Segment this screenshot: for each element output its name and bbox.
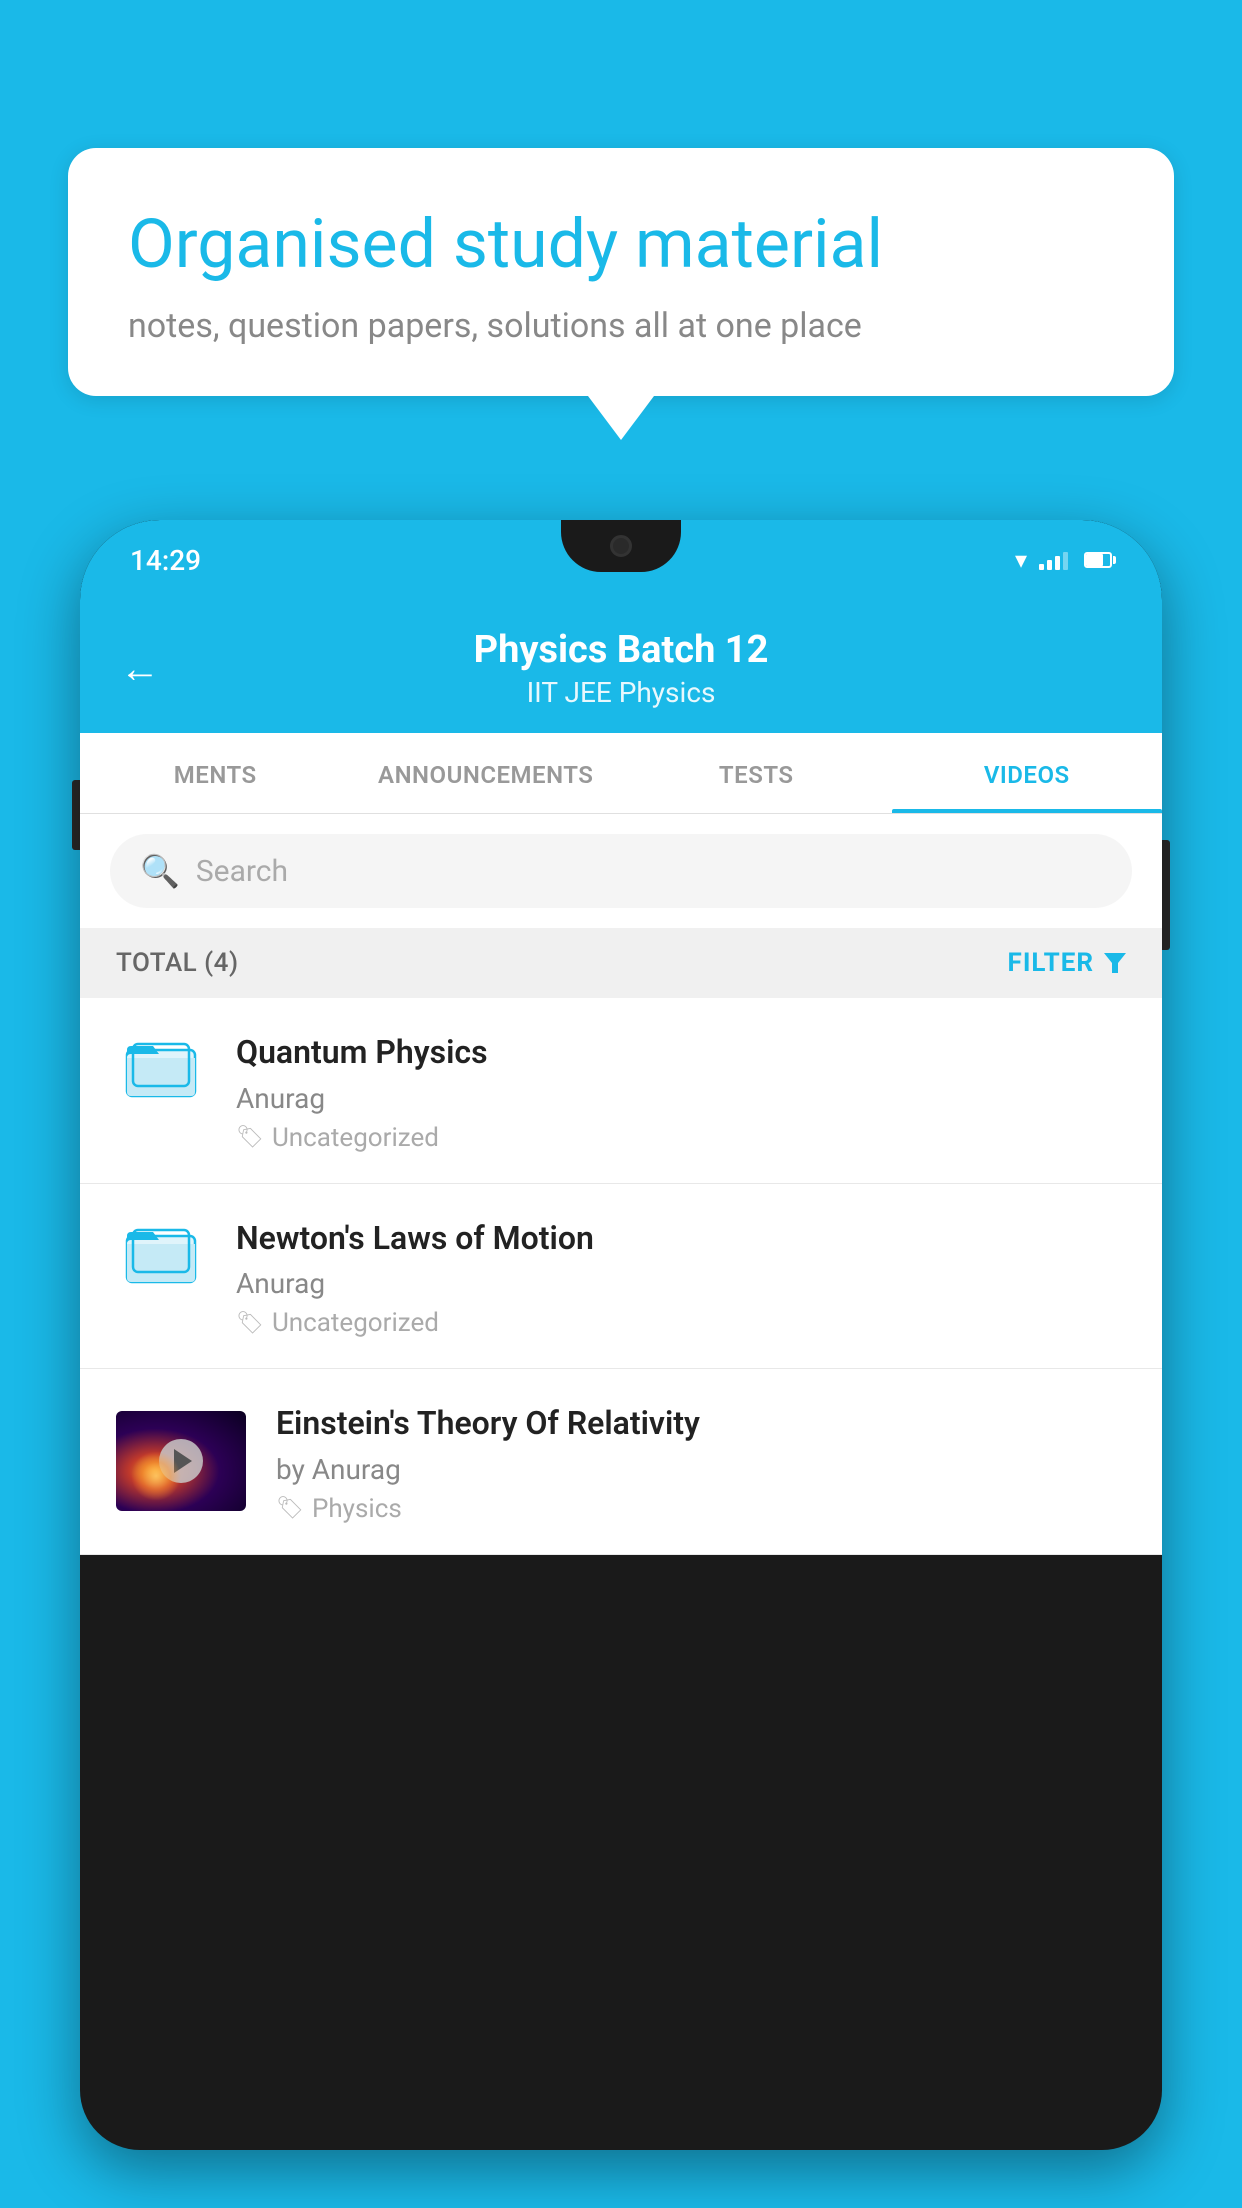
video-thumbnail	[116, 1411, 246, 1511]
tab-tests[interactable]: TESTS	[621, 733, 892, 813]
video-item-info: Quantum Physics Anurag 🏷 Uncategorized	[236, 1028, 1126, 1153]
filter-funnel-icon	[1104, 953, 1126, 973]
folder-icon-container	[116, 1214, 206, 1294]
search-input[interactable]: Search	[196, 854, 288, 889]
status-icons: ▾	[1015, 546, 1112, 574]
list-item[interactable]: Einstein's Theory Of Relativity by Anura…	[80, 1369, 1162, 1555]
video-title: Einstein's Theory Of Relativity	[276, 1403, 1126, 1445]
video-title: Quantum Physics	[236, 1032, 1126, 1074]
app-header: ← Physics Batch 12 IIT JEE Physics	[80, 600, 1162, 733]
cosmos-glow	[131, 1451, 181, 1501]
video-item-info: Newton's Laws of Motion Anurag 🏷 Uncateg…	[236, 1214, 1126, 1339]
batch-subtitle: IIT JEE Physics	[184, 676, 1058, 709]
speech-bubble-title: Organised study material	[128, 204, 1114, 286]
total-count: TOTAL (4)	[116, 948, 239, 978]
tag-icon: 🏷	[236, 1311, 264, 1336]
signal-bar-4	[1063, 552, 1068, 570]
speech-bubble: Organised study material notes, question…	[68, 148, 1174, 396]
battery-icon	[1084, 552, 1112, 568]
signal-bar-2	[1047, 560, 1052, 570]
phone-mockup: 14:29 ▾ ← Physics Batch 12	[80, 520, 1162, 2208]
folder-icon-container	[116, 1028, 206, 1108]
back-button[interactable]: ←	[120, 649, 160, 689]
signal-bar-1	[1039, 564, 1044, 570]
tab-ments[interactable]: MENTS	[80, 733, 351, 813]
tab-announcements[interactable]: ANNOUNCEMENTS	[351, 733, 622, 813]
video-title: Newton's Laws of Motion	[236, 1218, 1126, 1260]
video-author: Anurag	[236, 1267, 1126, 1300]
search-bar[interactable]: 🔍 Search	[110, 834, 1132, 908]
video-list: Quantum Physics Anurag 🏷 Uncategorized	[80, 998, 1162, 1555]
phone-power-button	[1162, 840, 1170, 950]
folder-icon	[125, 1222, 197, 1286]
phone-time: 14:29	[130, 544, 201, 577]
video-author: by Anurag	[276, 1453, 1126, 1486]
search-icon: 🔍	[140, 852, 180, 890]
tab-videos[interactable]: VIDEOS	[892, 733, 1163, 813]
list-item[interactable]: Newton's Laws of Motion Anurag 🏷 Uncateg…	[80, 1184, 1162, 1370]
tag-icon: 🏷	[276, 1496, 304, 1521]
video-tag: 🏷 Physics	[276, 1494, 1126, 1524]
phone-notch	[561, 520, 681, 572]
folder-icon	[125, 1036, 197, 1100]
header-title-block: Physics Batch 12 IIT JEE Physics	[184, 628, 1058, 709]
phone-screen: 14:29 ▾ ← Physics Batch 12	[80, 520, 1162, 2150]
filter-bar: TOTAL (4) FILTER	[80, 928, 1162, 998]
wifi-icon: ▾	[1015, 546, 1027, 574]
search-container: 🔍 Search	[80, 814, 1162, 928]
tag-icon: 🏷	[236, 1125, 264, 1150]
tab-bar: MENTS ANNOUNCEMENTS TESTS VIDEOS	[80, 733, 1162, 814]
speech-bubble-subtitle: notes, question papers, solutions all at…	[128, 306, 1114, 346]
signal-icon	[1039, 550, 1068, 570]
video-tag: 🏷 Uncategorized	[236, 1308, 1126, 1338]
list-item[interactable]: Quantum Physics Anurag 🏷 Uncategorized	[80, 998, 1162, 1184]
phone-camera	[610, 535, 632, 557]
status-bar: 14:29 ▾	[80, 520, 1162, 600]
video-item-info: Einstein's Theory Of Relativity by Anura…	[276, 1399, 1126, 1524]
phone-volume-button	[72, 780, 80, 850]
filter-button[interactable]: FILTER	[1008, 948, 1126, 978]
video-tag: 🏷 Uncategorized	[236, 1123, 1126, 1153]
battery-fill	[1086, 554, 1103, 566]
batch-title: Physics Batch 12	[184, 628, 1058, 672]
video-author: Anurag	[236, 1082, 1126, 1115]
speech-bubble-container: Organised study material notes, question…	[68, 148, 1174, 396]
signal-bar-3	[1055, 556, 1060, 570]
